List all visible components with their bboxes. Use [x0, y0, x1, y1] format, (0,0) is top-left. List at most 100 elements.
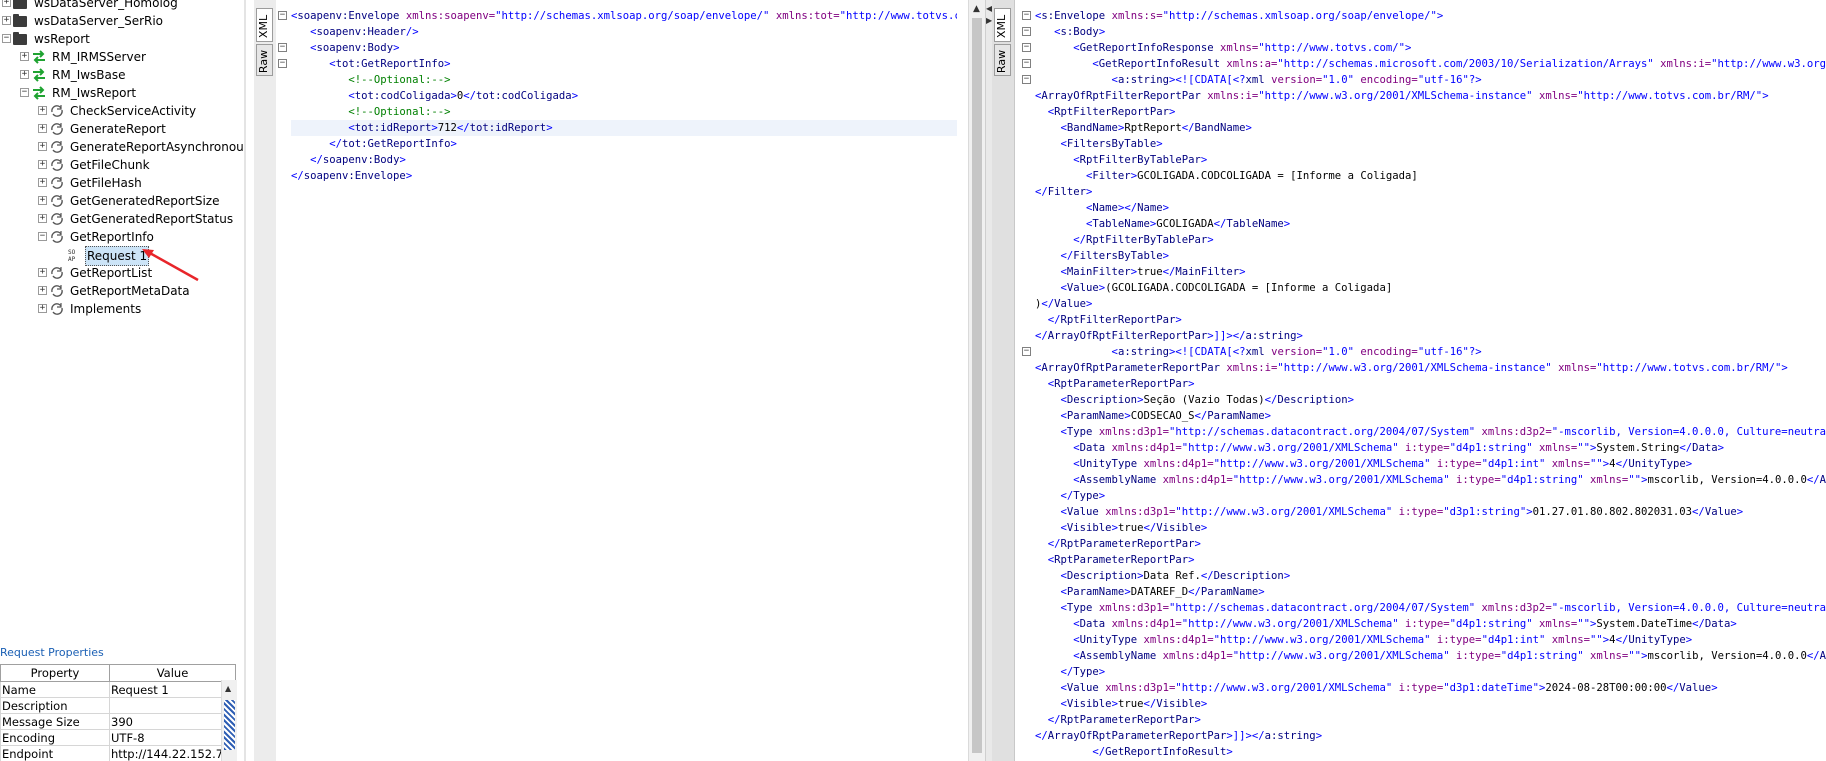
expand-icon[interactable]: + — [38, 142, 47, 151]
request-raw-tab[interactable]: Raw — [256, 44, 273, 76]
expand-icon[interactable]: + — [38, 106, 47, 115]
navigator-splitter[interactable] — [244, 0, 246, 761]
expand-icon[interactable]: + — [2, 16, 11, 25]
fold-toggle-icon[interactable]: − — [1022, 43, 1031, 52]
tree-item[interactable]: − wsReport — [0, 30, 244, 48]
tree-item-label: RM_IwsBase — [52, 68, 126, 82]
tree-item[interactable]: + GenerateReport — [0, 120, 244, 138]
response-raw-tab[interactable]: Raw — [994, 44, 1011, 76]
fold-toggle-icon[interactable]: − — [278, 59, 287, 68]
expand-icon[interactable]: + — [20, 70, 29, 79]
annotation-arrow-icon — [142, 249, 199, 282]
expand-icon[interactable]: + — [38, 214, 47, 223]
expand-icon[interactable]: + — [38, 178, 47, 187]
tree-item-label: wsDataServer_Homolog — [34, 0, 178, 10]
fold-toggle-icon[interactable]: − — [1022, 347, 1031, 356]
tree-item[interactable]: SO AP Request 1 — [0, 246, 244, 266]
code-line: <tot:GetReportInfo> — [329, 58, 451, 70]
operation-icon — [49, 265, 65, 281]
code-line: <BandName>RptReport</BandName> — [1060, 122, 1252, 134]
property-value[interactable]: Request 1 — [109, 681, 236, 698]
tree-item[interactable]: + CheckServiceActivity — [0, 102, 244, 120]
tree-item[interactable]: − RM_IwsReport — [0, 84, 244, 102]
tree-item[interactable]: + RM_IRMSServer — [0, 48, 244, 66]
expand-icon[interactable]: + — [38, 160, 47, 169]
tree-item[interactable]: + GetGeneratedReportStatus — [0, 210, 244, 228]
code-line: <AssemblyName xmlns:d4p1="http://www.w3.… — [1073, 650, 1826, 662]
scroll-thumb[interactable] — [972, 18, 982, 753]
tree-item-label: CheckServiceActivity — [70, 104, 197, 118]
code-line: </tot:GetReportInfo> — [329, 138, 457, 150]
code-line: <Filter>GCOLIGADA.CODCOLIGADA = [Informe… — [1086, 170, 1418, 182]
request-scrollbar[interactable]: ▲ — [968, 0, 985, 761]
collapse-icon[interactable]: − — [38, 232, 47, 241]
code-line: <Data xmlns:d4p1="http://www.w3.org/2001… — [1073, 618, 1737, 630]
expand-icon[interactable]: + — [38, 124, 47, 133]
operation-icon — [49, 157, 65, 173]
fold-toggle-icon[interactable]: − — [1022, 11, 1031, 20]
operation-icon — [49, 175, 65, 191]
expand-icon[interactable]: + — [38, 286, 47, 295]
property-row[interactable]: Name Request 1 — [0, 681, 236, 698]
property-column-header[interactable]: Property — [0, 664, 110, 682]
fold-toggle-icon[interactable]: − — [1022, 75, 1031, 84]
tree-item-label: RM_IRMSServer — [52, 50, 146, 64]
scroll-up-icon[interactable]: ▲ — [973, 4, 980, 14]
folder-icon — [13, 0, 29, 11]
property-row[interactable]: Encoding UTF-8 — [0, 729, 236, 746]
code-line: <RptFilterByTablePar> — [1073, 154, 1208, 166]
scroll-up-icon[interactable]: ▲ — [225, 684, 231, 693]
request-xml-tab[interactable]: XML — [256, 8, 273, 42]
code-line: </soapenv:Body> — [310, 154, 406, 166]
property-row[interactable]: Endpoint http://144.22.152.7... — [0, 745, 236, 761]
tree-item[interactable]: + RM_IwsBase — [0, 66, 244, 84]
fold-toggle-icon[interactable]: − — [1022, 27, 1031, 36]
property-name: Name — [0, 681, 110, 698]
expand-icon[interactable]: + — [2, 0, 11, 7]
tree-item[interactable]: + wsDataServer_SerRio — [0, 12, 244, 30]
property-name: Message Size — [0, 713, 110, 730]
code-line: <a:string><![CDATA[<?xml version="1.0" e… — [1111, 346, 1482, 358]
tree-item[interactable]: + wsDataServer_Homolog — [0, 0, 244, 12]
response-xml-tab[interactable]: XML — [994, 8, 1011, 42]
tree-item[interactable]: + GenerateReportAsynchronous — [0, 138, 244, 156]
property-row[interactable]: Description — [0, 697, 236, 714]
request-xml-code[interactable]: <soapenv:Envelope xmlns:soapenv="http://… — [291, 8, 957, 184]
code-line: </GetReportInfoResult> — [1092, 746, 1233, 758]
response-xml-code[interactable]: <s:Envelope xmlns:s="http://schemas.xmls… — [1035, 8, 1826, 760]
collapse-icon[interactable]: − — [2, 34, 11, 43]
tree-item[interactable]: + Implements — [0, 300, 244, 318]
operation-icon — [49, 301, 65, 317]
expand-icon[interactable]: + — [38, 196, 47, 205]
code-line: )</Value> — [1035, 298, 1093, 310]
fold-toggle-icon[interactable]: − — [1022, 59, 1031, 68]
property-value[interactable]: 390 — [109, 713, 236, 730]
property-row[interactable]: Message Size 390 — [0, 713, 236, 730]
code-line: <ParamName>CODSECAO_S</ParamName> — [1060, 410, 1272, 422]
tree-item-label: GenerateReportAsynchronous — [70, 140, 244, 154]
code-line: <UnityType xmlns:d4p1="http://www.w3.org… — [1073, 634, 1693, 646]
expand-icon[interactable]: + — [38, 304, 47, 313]
value-column-header[interactable]: Value — [109, 664, 236, 682]
interface-icon — [31, 85, 47, 101]
property-value[interactable]: http://144.22.152.7... — [109, 745, 236, 761]
fold-toggle-icon[interactable]: − — [278, 11, 287, 20]
tree-item[interactable]: + GetReportMetaData — [0, 282, 244, 300]
scroll-thumb[interactable] — [224, 700, 235, 750]
expand-icon[interactable]: + — [38, 268, 47, 277]
property-value[interactable]: UTF-8 — [109, 729, 236, 746]
collapse-icon[interactable]: − — [20, 88, 29, 97]
fold-toggle-icon[interactable]: − — [278, 43, 287, 52]
tree-item[interactable]: − GetReportInfo — [0, 228, 244, 246]
property-value[interactable] — [109, 697, 236, 714]
code-line: </RptParameterReportPar> — [1047, 538, 1201, 550]
folder-icon — [13, 13, 29, 29]
tree-item-label: GetGeneratedReportStatus — [70, 212, 234, 226]
interface-icon — [31, 67, 47, 83]
properties-scrollbar[interactable]: ▲ — [221, 680, 237, 761]
tree-item[interactable]: + GetFileHash — [0, 174, 244, 192]
tree-item[interactable]: + GetGeneratedReportSize — [0, 192, 244, 210]
expand-icon[interactable]: + — [20, 52, 29, 61]
tree-item[interactable]: + GetFileChunk — [0, 156, 244, 174]
tree-item[interactable]: + GetReportList — [0, 264, 244, 282]
